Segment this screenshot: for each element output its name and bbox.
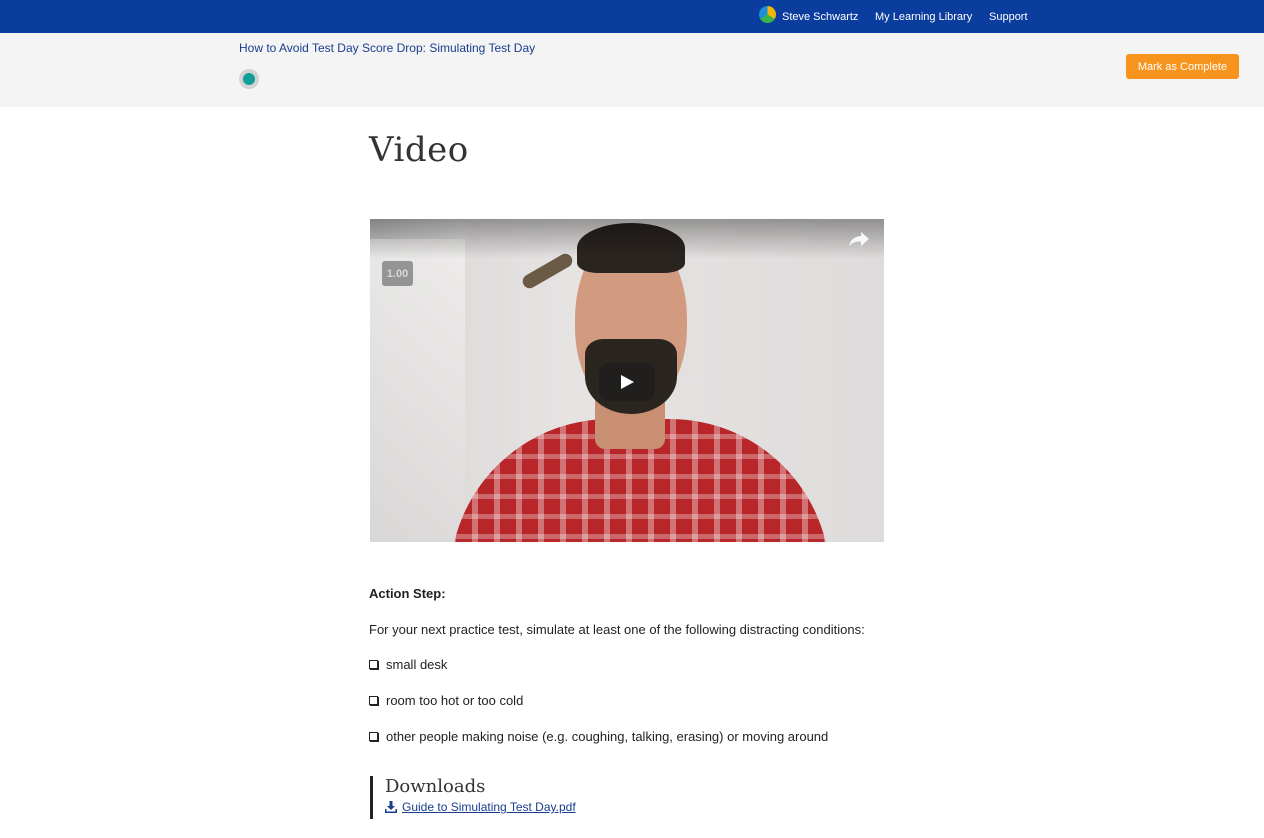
user-avatar-icon[interactable] <box>759 6 776 23</box>
play-icon <box>621 375 634 389</box>
condition-label: small desk <box>386 657 448 672</box>
my-learning-library-link[interactable]: My Learning Library <box>875 0 972 33</box>
playback-speed-button[interactable]: 1.00 <box>382 261 413 286</box>
page-title: Video <box>369 130 469 170</box>
condition-label: other people making noise (e.g. coughing… <box>386 729 829 744</box>
condition-item: small desk <box>369 657 447 672</box>
downloads-title: Downloads <box>385 776 486 797</box>
user-name-link[interactable]: Steve Schwartz <box>782 0 858 33</box>
checkbox-icon <box>369 696 378 705</box>
download-file-link[interactable]: Guide to Simulating Test Day.pdf <box>385 800 670 814</box>
video-top-shade <box>370 219 884 259</box>
action-step-intro: For your next practice test, simulate at… <box>369 622 865 637</box>
mark-as-complete-button[interactable]: Mark as Complete <box>1126 54 1239 79</box>
condition-label: room too hot or too cold <box>386 693 524 708</box>
condition-item: room too hot or too cold <box>369 693 523 708</box>
support-link[interactable]: Support <box>989 0 1028 33</box>
checkbox-icon <box>369 660 378 669</box>
top-nav-bar: Steve Schwartz My Learning Library Suppo… <box>0 0 1264 33</box>
checkbox-icon <box>369 732 378 741</box>
play-button[interactable] <box>599 363 655 401</box>
download-file-name[interactable]: Guide to Simulating Test Day.pdf <box>402 800 576 814</box>
progress-step-dot[interactable] <box>239 69 259 89</box>
downloads-section: Downloads Guide to Simulating Test Day.p… <box>370 776 670 819</box>
download-icon <box>385 801 397 813</box>
video-player[interactable]: 1.00 <box>370 219 884 542</box>
action-step-title: Action Step: <box>369 586 446 601</box>
share-icon[interactable] <box>848 231 870 247</box>
condition-item: other people making noise (e.g. coughing… <box>369 729 828 744</box>
lesson-title-link[interactable]: How to Avoid Test Day Score Drop: Simula… <box>239 41 535 55</box>
lesson-header: How to Avoid Test Day Score Drop: Simula… <box>0 33 1264 107</box>
